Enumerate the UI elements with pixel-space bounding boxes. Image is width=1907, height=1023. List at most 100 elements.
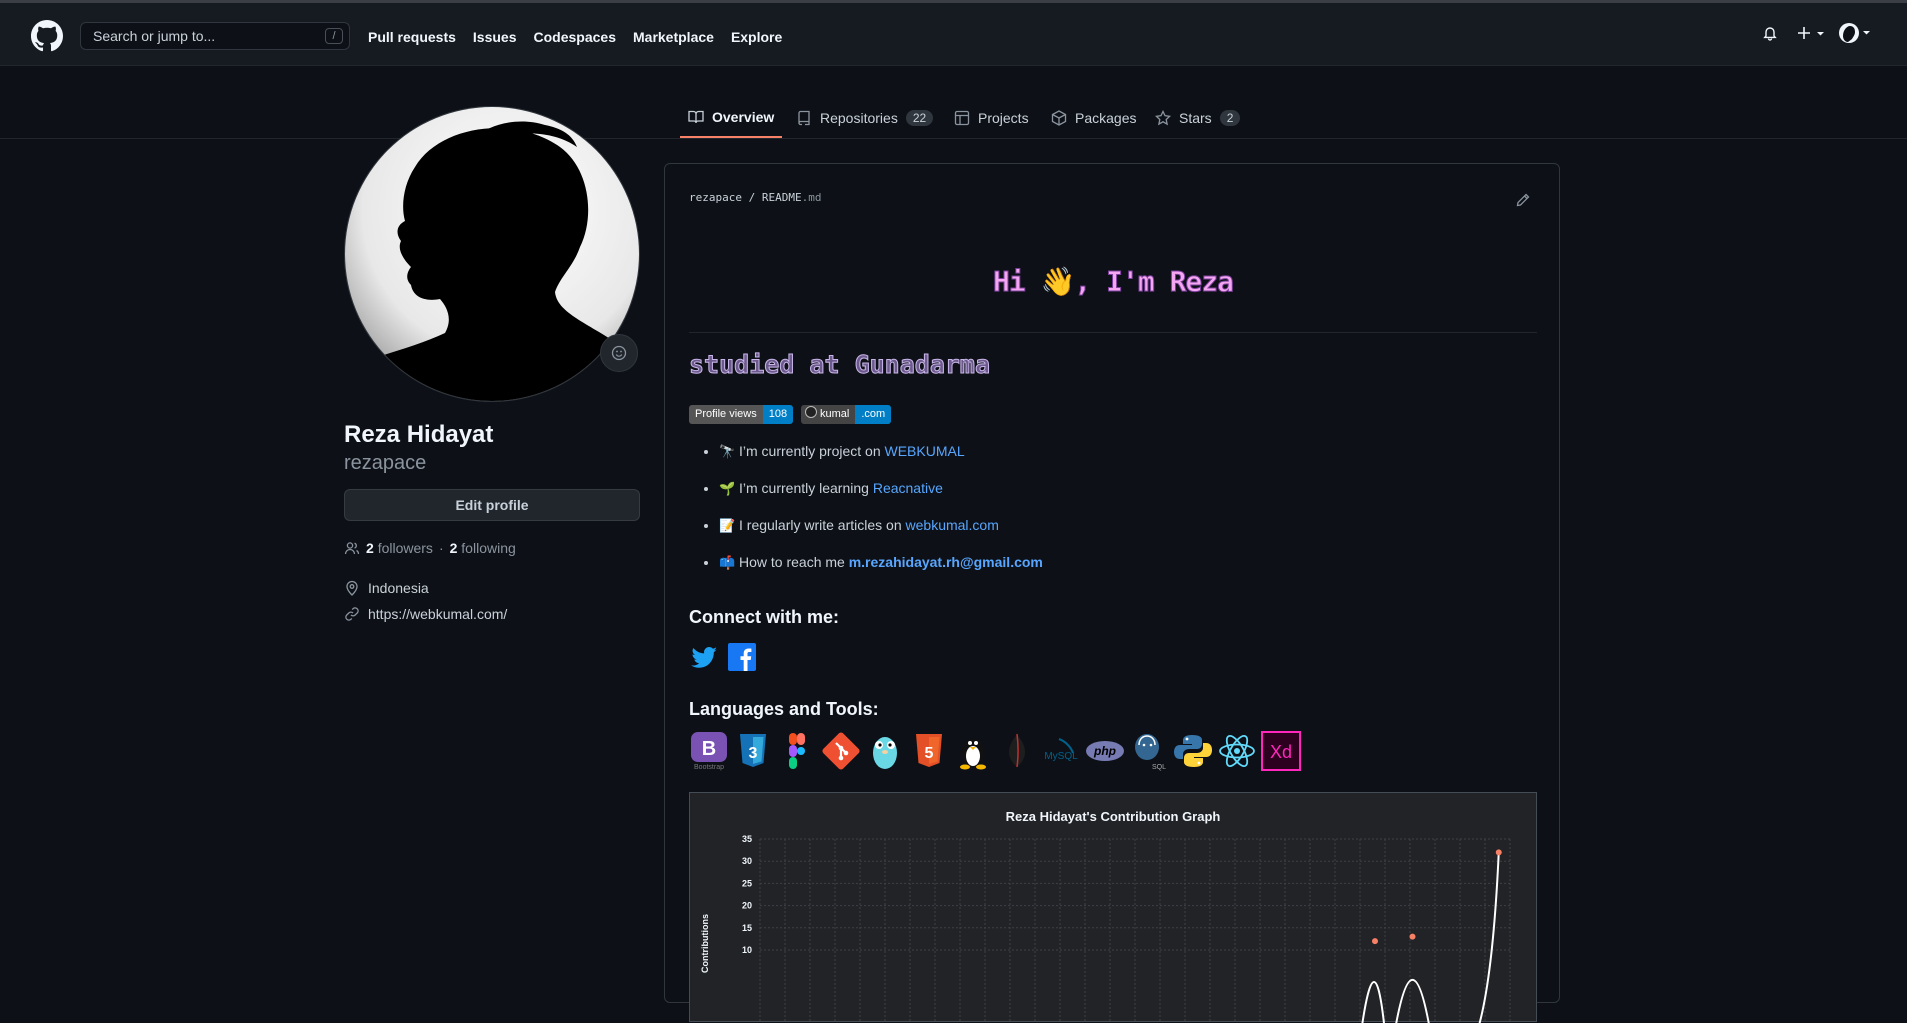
y-tick-label: 10 — [742, 945, 752, 955]
location-row: Indonesia — [344, 580, 429, 596]
path-separator: / — [748, 191, 756, 204]
package-icon — [1051, 110, 1067, 126]
fact-text: I’m currently project on — [739, 443, 885, 459]
profile-views-badge[interactable]: Profile views 108 — [689, 405, 794, 424]
postgresql-icon[interactable]: SQL — [1129, 731, 1169, 771]
notifications-bell-icon[interactable] — [1762, 25, 1778, 41]
facebook-icon[interactable] — [727, 642, 757, 672]
location-text: Indonesia — [368, 580, 429, 596]
reactnative-link[interactable]: Reacnative — [873, 480, 943, 496]
main-nav: Pull requests Issues Codespaces Marketpl… — [368, 29, 782, 45]
nav-explore[interactable]: Explore — [731, 29, 782, 45]
readme-file-ext: .md — [801, 191, 822, 204]
list-item: 🔭I’m currently project on WEBKUMAL — [719, 441, 1043, 478]
github-logo-icon[interactable] — [31, 20, 63, 52]
list-item: 🌱I’m currently learning Reacnative — [719, 478, 1043, 515]
link-icon — [345, 607, 359, 621]
y-tick-label: 15 — [742, 923, 752, 933]
nav-marketplace[interactable]: Marketplace — [633, 29, 714, 45]
chart-series — [1361, 849, 1502, 1023]
followers-count: 2 — [366, 540, 374, 556]
tab-packages-label: Packages — [1075, 110, 1137, 126]
edit-profile-button[interactable]: Edit profile — [344, 489, 640, 521]
fact-text: I regularly write articles on — [739, 517, 906, 533]
fact-text: How to reach me — [739, 554, 849, 570]
data-point[interactable] — [1409, 933, 1416, 940]
tab-overview-label: Overview — [712, 109, 775, 125]
pencil-icon[interactable] — [1515, 192, 1531, 208]
book-icon — [688, 110, 704, 124]
webkumal-project-link[interactable]: WEBKUMAL — [885, 443, 965, 459]
tab-overview[interactable]: Overview — [680, 98, 783, 138]
linux-tux-icon[interactable] — [953, 731, 993, 771]
adobe-xd-icon[interactable]: Xd — [1261, 731, 1301, 771]
top-header: / Pull requests Issues Codespaces Market… — [0, 3, 1907, 66]
css3-icon[interactable]: 3 — [733, 731, 773, 771]
tab-projects-label: Projects — [978, 110, 1029, 126]
chart-y-ticks: 10 15 20 25 30 35 — [742, 834, 752, 955]
tab-stars[interactable]: Stars 2 — [1155, 98, 1241, 138]
slash-shortcut-hint: / — [325, 28, 343, 44]
y-tick-label: 25 — [742, 878, 752, 888]
mongodb-icon[interactable] — [997, 731, 1037, 771]
python-icon[interactable] — [1173, 731, 1213, 771]
react-icon[interactable] — [1217, 731, 1257, 771]
go-gopher-icon[interactable] — [865, 731, 905, 771]
user-avatar-icon — [1839, 23, 1870, 43]
nav-codespaces[interactable]: Codespaces — [534, 29, 616, 45]
list-item: 📝I regularly write articles on webkumal.… — [719, 515, 1043, 552]
articles-link[interactable]: webkumal.com — [906, 517, 999, 533]
bootstrap-icon[interactable]: B Bootstrap — [689, 731, 729, 771]
svg-text:5: 5 — [925, 745, 934, 762]
fact-text: I’m currently learning — [739, 480, 873, 496]
profile-views-count: 108 — [762, 405, 794, 424]
readme-owner-link[interactable]: rezapace — [689, 191, 742, 204]
tab-stars-label: Stars — [1179, 110, 1212, 126]
website-link[interactable]: https://webkumal.com/ — [368, 606, 507, 622]
php-icon[interactable]: php — [1085, 731, 1125, 771]
search-input[interactable] — [81, 23, 335, 49]
tab-projects[interactable]: Projects — [954, 98, 1029, 138]
followers-link[interactable]: 2 followers — [366, 540, 433, 556]
connect-heading: Connect with me: — [689, 607, 840, 627]
tools-heading: Languages and Tools: — [689, 699, 879, 719]
list-item: 📫How to reach me m.rezahidayat.rh@gmail.… — [719, 552, 1043, 589]
contribution-chart-svg: 10 15 20 25 30 35 Contributions — [700, 834, 1511, 1023]
svg-text:3: 3 — [749, 745, 758, 762]
create-new-dropdown[interactable] — [1797, 25, 1827, 41]
profile-tabs: Overview Repositories 22 Projects Packag… — [0, 98, 1907, 139]
tab-repositories[interactable]: Repositories 22 — [796, 98, 934, 138]
profile-username: rezapace — [344, 452, 427, 474]
figma-icon[interactable] — [777, 731, 817, 771]
following-label: following — [461, 540, 516, 556]
webkumal-badge-left: kumal — [801, 405, 856, 424]
nav-pull-requests[interactable]: Pull requests — [368, 29, 456, 45]
chart-y-axis-label: Contributions — [700, 914, 710, 973]
series-line — [1361, 852, 1500, 1023]
git-icon[interactable] — [821, 731, 861, 771]
set-status-button[interactable] — [600, 334, 638, 372]
repositories-count: 22 — [905, 110, 934, 126]
readme-file-name: README — [761, 191, 802, 204]
readme-file-link[interactable]: README.md — [762, 191, 822, 204]
tab-packages[interactable]: Packages — [1051, 98, 1136, 138]
readme-card: rezapace / README.md Hi 👋, I'm Reza stud… — [664, 163, 1560, 1023]
data-point[interactable] — [1495, 849, 1502, 856]
contribution-graph: Reza Hidayat's Contribution Graph 10 15 20… — [689, 792, 1537, 1023]
search-box[interactable]: / — [80, 22, 350, 50]
nav-issues[interactable]: Issues — [473, 29, 517, 45]
data-point[interactable] — [1372, 938, 1378, 945]
profile-full-name: Reza Hidayat — [344, 421, 494, 448]
tools-icon-row: B Bootstrap 3 5 MySQL php SQL Xd — [689, 731, 1301, 771]
people-icon — [344, 542, 360, 555]
html5-icon[interactable]: 5 — [909, 731, 949, 771]
email-link[interactable]: m.rezahidayat.rh@gmail.com — [849, 554, 1043, 570]
twitter-icon[interactable] — [689, 642, 719, 672]
webkumal-badge[interactable]: kumal .com — [801, 405, 892, 424]
mysql-icon[interactable]: MySQL — [1041, 731, 1081, 771]
user-avatar-menu[interactable] — [1838, 22, 1874, 44]
profile-views-label: Profile views — [689, 405, 763, 424]
profile-avatar[interactable] — [344, 106, 640, 402]
telescope-icon: 🔭 — [719, 444, 736, 459]
following-link[interactable]: 2 following — [450, 540, 516, 556]
